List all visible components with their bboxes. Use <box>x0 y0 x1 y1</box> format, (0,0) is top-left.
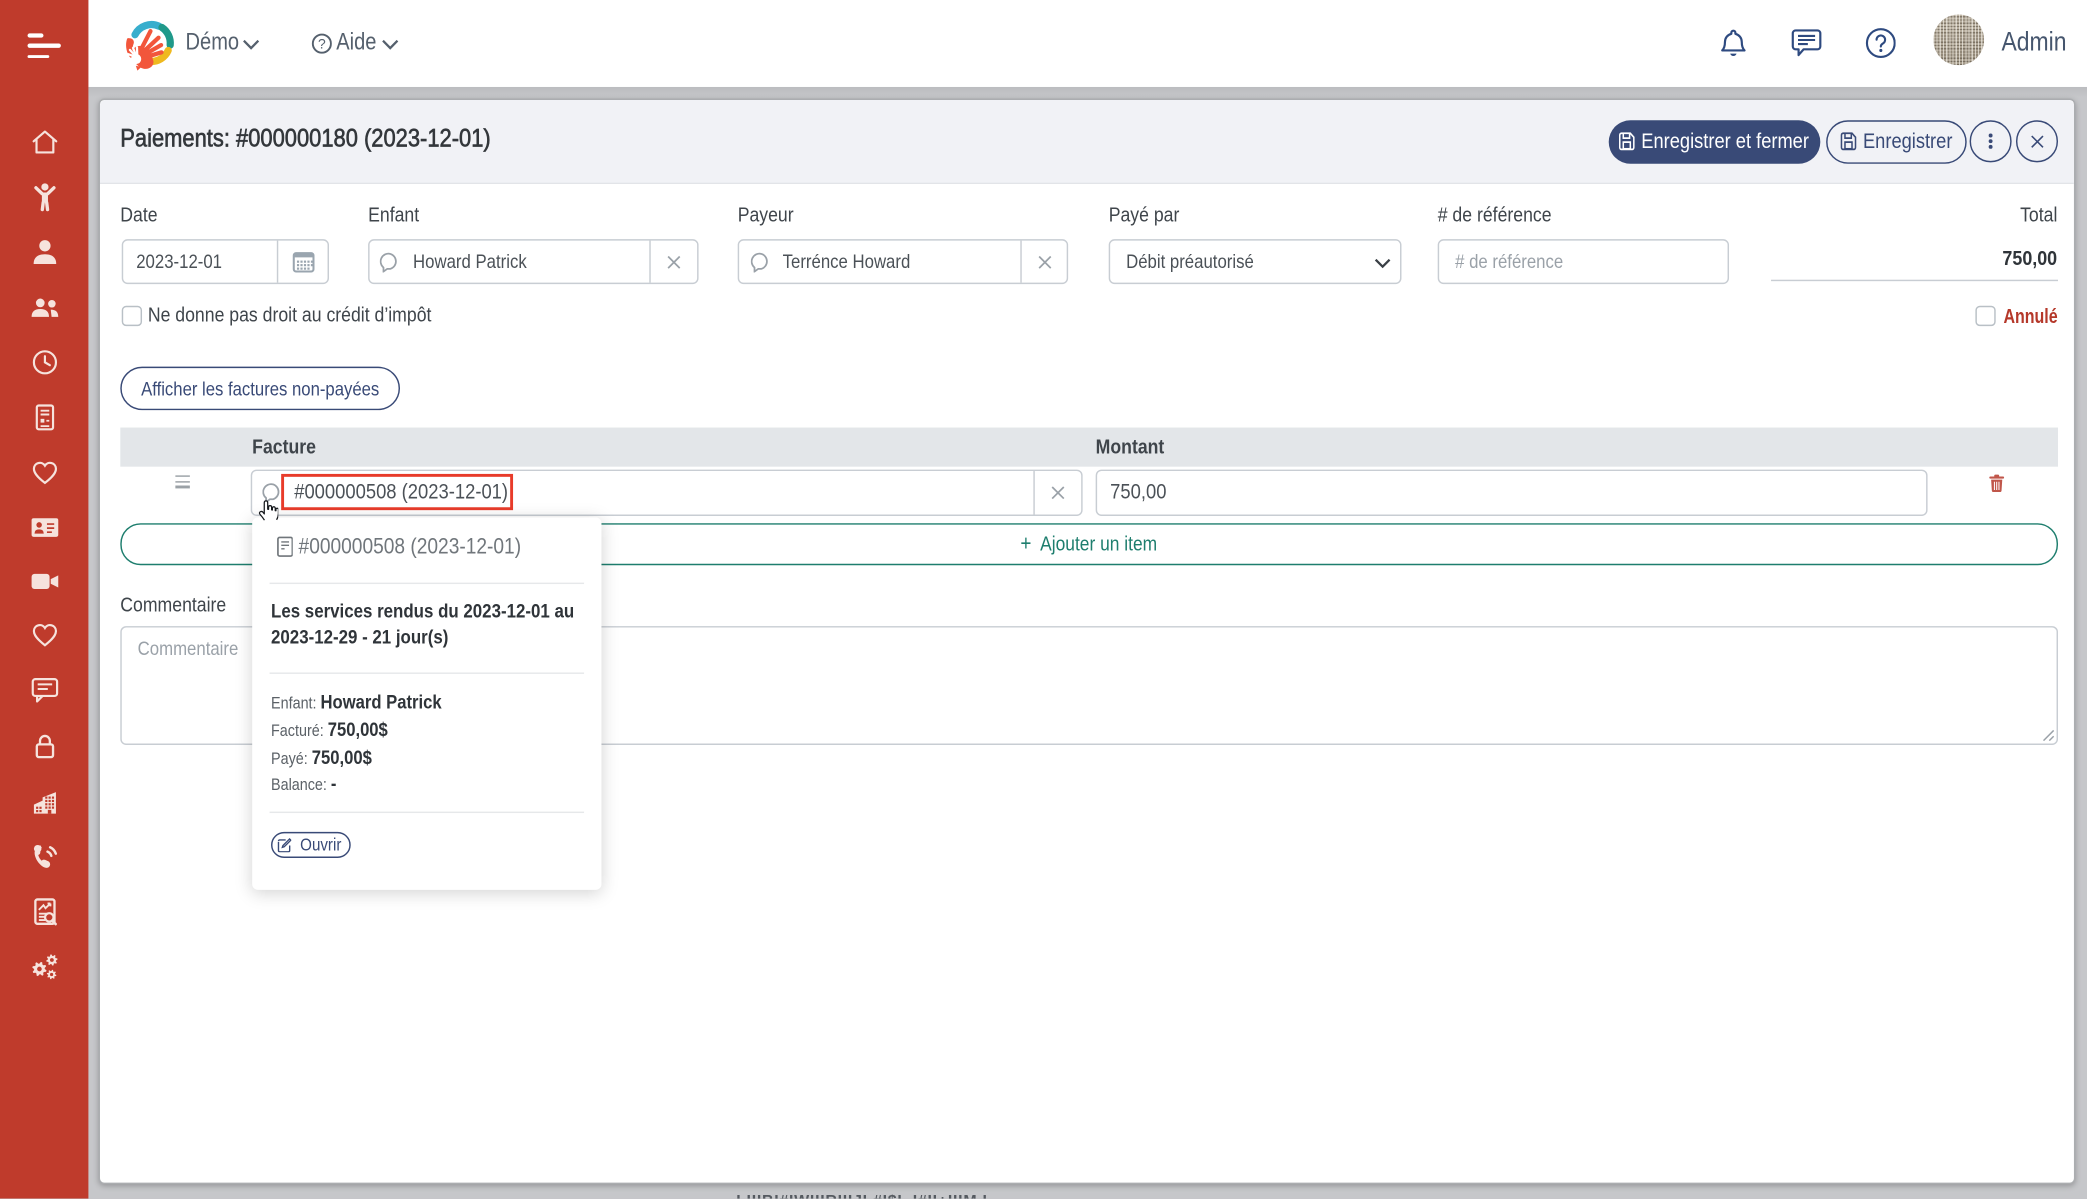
svg-text:?: ? <box>318 36 326 52</box>
